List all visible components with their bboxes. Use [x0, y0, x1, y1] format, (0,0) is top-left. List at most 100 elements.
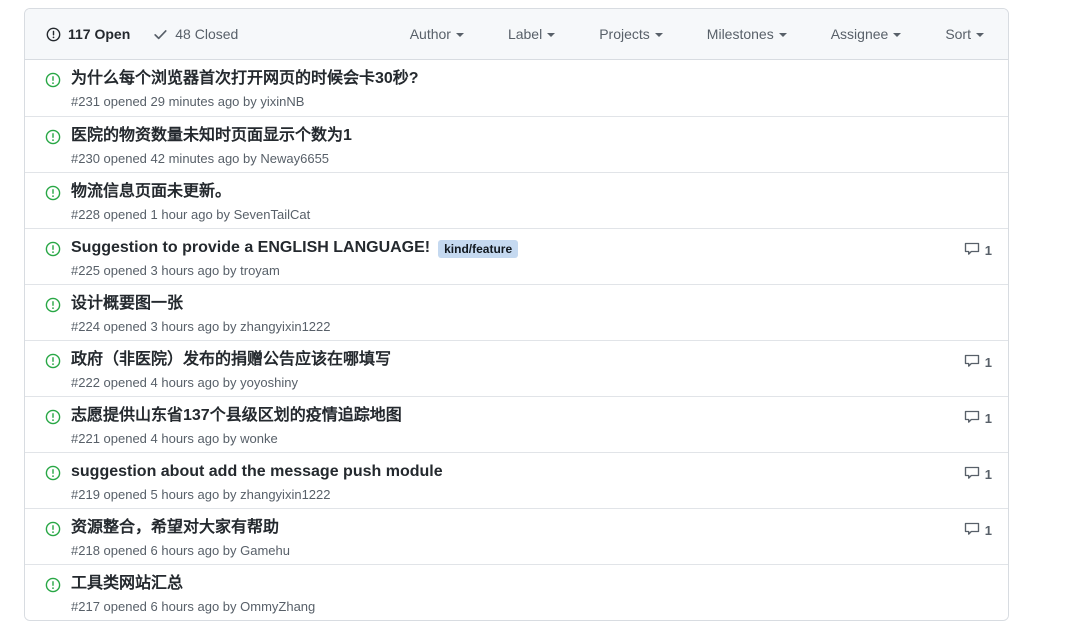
- issues-list-header: 117 Open 48 Closed Author: [25, 9, 1008, 60]
- issue-label-badge[interactable]: kind/feature: [438, 240, 518, 258]
- chevron-down-icon: [779, 33, 787, 37]
- chevron-down-icon: [893, 33, 901, 37]
- issue-title-line: 医院的物资数量未知时页面显示个数为1: [71, 125, 946, 147]
- issue-opened-icon: [45, 26, 61, 42]
- issue-opened-icon: [45, 241, 61, 257]
- issue-opened-icon: [45, 129, 61, 145]
- issue-content: 工具类网站汇总 #217 opened 6 hours ago by OmmyZ…: [71, 573, 958, 616]
- issue-title[interactable]: 为什么每个浏览器首次打开网页的时候会卡30秒?: [71, 68, 419, 90]
- filter-projects-label: Projects: [599, 26, 650, 42]
- issue-meta: #230 opened 42 minutes ago by Neway6655: [71, 150, 946, 168]
- filter-label[interactable]: Label: [486, 26, 577, 42]
- filter-projects[interactable]: Projects: [577, 26, 685, 42]
- chevron-down-icon: [547, 33, 555, 37]
- issue-meta: #218 opened 6 hours ago by Gamehu: [71, 542, 946, 560]
- filter-author-label: Author: [410, 26, 451, 42]
- filter-assignee[interactable]: Assignee: [809, 26, 924, 42]
- issue-title-line: Suggestion to provide a ENGLISH LANGUAGE…: [71, 237, 946, 259]
- comment-count: 1: [985, 411, 992, 426]
- comment-icon: [964, 241, 980, 260]
- issue-row-10[interactable]: 工具类网站汇总 #217 opened 6 hours ago by OmmyZ…: [25, 564, 1008, 620]
- issue-content: 医院的物资数量未知时页面显示个数为1 #230 opened 42 minute…: [71, 125, 958, 168]
- filter-sort[interactable]: Sort: [923, 26, 992, 42]
- comment-count: 1: [985, 467, 992, 482]
- issue-opened-icon: [45, 185, 61, 201]
- issue-title[interactable]: 政府（非医院）发布的捐赠公告应该在哪填写: [71, 349, 391, 371]
- issue-title-line: 为什么每个浏览器首次打开网页的时候会卡30秒?: [71, 68, 946, 90]
- issue-meta: #228 opened 1 hour ago by SevenTailCat: [71, 206, 946, 224]
- open-issues-label: 117 Open: [68, 26, 130, 42]
- check-icon: [152, 26, 168, 42]
- issue-content: 政府（非医院）发布的捐赠公告应该在哪填写 #222 opened 4 hours…: [71, 349, 958, 392]
- open-issues-filter[interactable]: 117 Open: [45, 26, 130, 42]
- comment-count: 1: [985, 523, 992, 538]
- issue-row-8[interactable]: suggestion about add the message push mo…: [25, 452, 1008, 508]
- issue-content: Suggestion to provide a ENGLISH LANGUAGE…: [71, 237, 958, 280]
- filter-label-label: Label: [508, 26, 542, 42]
- issue-opened-icon: [45, 521, 61, 537]
- comment-icon: [964, 465, 980, 484]
- filter-author[interactable]: Author: [388, 26, 486, 42]
- issue-opened-icon: [45, 465, 61, 481]
- issue-comments: 1: [958, 465, 992, 484]
- issue-title-line: 工具类网站汇总: [71, 573, 946, 595]
- comment-icon: [964, 409, 980, 428]
- issue-row-5[interactable]: 设计概要图一张 #224 opened 3 hours ago by zhang…: [25, 284, 1008, 340]
- chevron-down-icon: [456, 33, 464, 37]
- issue-title[interactable]: 工具类网站汇总: [71, 573, 183, 595]
- issue-content: 物流信息页面未更新。 #228 opened 1 hour ago by Sev…: [71, 181, 958, 224]
- issue-meta: #231 opened 29 minutes ago by yixinNB: [71, 93, 946, 111]
- comment-count: 1: [985, 243, 992, 258]
- issue-title[interactable]: Suggestion to provide a ENGLISH LANGUAGE…: [71, 237, 430, 259]
- comment-count: 1: [985, 355, 992, 370]
- issue-meta: #225 opened 3 hours ago by troyam: [71, 262, 946, 280]
- comment-icon: [964, 353, 980, 372]
- comment-link[interactable]: 1: [964, 465, 992, 484]
- issue-comments: 1: [958, 521, 992, 540]
- issue-title[interactable]: 志愿提供山东省137个县级区划的疫情追踪地图: [71, 405, 402, 427]
- issue-content: 志愿提供山东省137个县级区划的疫情追踪地图 #221 opened 4 hou…: [71, 405, 958, 448]
- issue-row-2[interactable]: 医院的物资数量未知时页面显示个数为1 #230 opened 42 minute…: [25, 116, 1008, 172]
- issue-opened-icon: [45, 72, 61, 88]
- chevron-down-icon: [976, 33, 984, 37]
- issue-meta: #217 opened 6 hours ago by OmmyZhang: [71, 598, 946, 616]
- issue-comments: 1: [958, 241, 992, 260]
- closed-issues-label: 48 Closed: [175, 26, 238, 42]
- issue-row-7[interactable]: 志愿提供山东省137个县级区划的疫情追踪地图 #221 opened 4 hou…: [25, 396, 1008, 452]
- filter-assignee-label: Assignee: [831, 26, 889, 42]
- issue-meta: #224 opened 3 hours ago by zhangyixin122…: [71, 318, 946, 336]
- issue-title[interactable]: 设计概要图一张: [71, 293, 183, 315]
- filter-milestones-label: Milestones: [707, 26, 774, 42]
- issue-row-4[interactable]: Suggestion to provide a ENGLISH LANGUAGE…: [25, 228, 1008, 284]
- issue-row-9[interactable]: 资源整合，希望对大家有帮助 #218 opened 6 hours ago by…: [25, 508, 1008, 564]
- issue-title[interactable]: 资源整合，希望对大家有帮助: [71, 517, 279, 539]
- issue-row-6[interactable]: 政府（非医院）发布的捐赠公告应该在哪填写 #222 opened 4 hours…: [25, 340, 1008, 396]
- closed-issues-filter[interactable]: 48 Closed: [152, 26, 238, 42]
- issues-list-container: 117 Open 48 Closed Author: [24, 8, 1009, 621]
- issue-content: 为什么每个浏览器首次打开网页的时候会卡30秒? #231 opened 29 m…: [71, 68, 958, 111]
- issue-row-3[interactable]: 物流信息页面未更新。 #228 opened 1 hour ago by Sev…: [25, 172, 1008, 228]
- issue-row-1[interactable]: 为什么每个浏览器首次打开网页的时候会卡30秒? #231 opened 29 m…: [25, 60, 1008, 116]
- issue-state-filters: 117 Open 48 Closed: [45, 26, 238, 42]
- issue-title-line: 设计概要图一张: [71, 293, 946, 315]
- filter-milestones[interactable]: Milestones: [685, 26, 809, 42]
- issue-meta: #222 opened 4 hours ago by yoyoshiny: [71, 374, 946, 392]
- issue-title-line: 物流信息页面未更新。: [71, 181, 946, 203]
- issue-title[interactable]: 物流信息页面未更新。: [71, 181, 231, 203]
- filter-dropdowns: Author Label Projects Milestones Assigne: [388, 26, 992, 42]
- comment-link[interactable]: 1: [964, 521, 992, 540]
- comment-link[interactable]: 1: [964, 353, 992, 372]
- chevron-down-icon: [655, 33, 663, 37]
- issue-comments: 1: [958, 353, 992, 372]
- issue-meta: #221 opened 4 hours ago by wonke: [71, 430, 946, 448]
- issue-title[interactable]: 医院的物资数量未知时页面显示个数为1: [71, 125, 352, 147]
- comment-link[interactable]: 1: [964, 409, 992, 428]
- comment-link[interactable]: 1: [964, 241, 992, 260]
- issue-opened-icon: [45, 409, 61, 425]
- issue-title-line: 资源整合，希望对大家有帮助: [71, 517, 946, 539]
- issue-title-line: 政府（非医院）发布的捐赠公告应该在哪填写: [71, 349, 946, 371]
- issue-comments: 1: [958, 409, 992, 428]
- issue-content: 设计概要图一张 #224 opened 3 hours ago by zhang…: [71, 293, 958, 336]
- issue-opened-icon: [45, 297, 61, 313]
- issue-title[interactable]: suggestion about add the message push mo…: [71, 461, 443, 483]
